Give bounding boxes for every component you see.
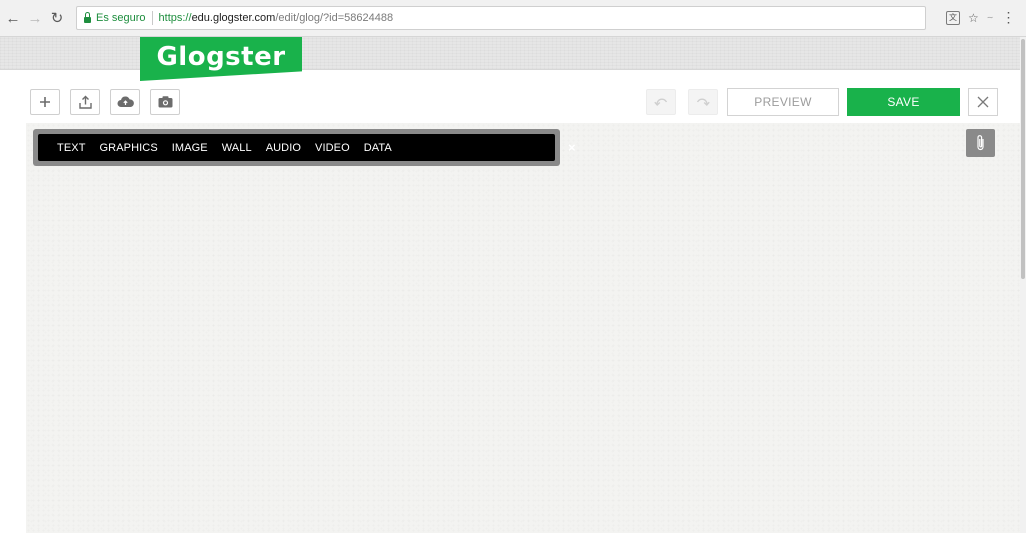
bookmark-star-icon[interactable]: ☆ [968,11,979,25]
extension-icon[interactable]: ∼ [987,13,994,22]
cloud-icon [117,96,134,107]
address-bar[interactable]: Es seguro https:// edu.glogster.com /edi… [76,6,926,30]
reload-icon[interactable]: ↻ [48,8,66,28]
undo-icon [654,98,668,107]
save-button[interactable]: SAVE [847,88,960,116]
browser-toolbar: ← → ↻ Es seguro https:// edu.glogster.co… [0,0,1026,37]
close-editor-button[interactable] [968,88,998,116]
menu-item-wall[interactable]: WALL [222,142,252,154]
attachment-button[interactable] [966,129,995,157]
plus-icon [40,97,50,107]
url-path: /edit/glog/?id=58624488 [275,12,394,24]
url-host: edu.glogster.com [191,12,276,24]
menu-item-video[interactable]: VIDEO [315,142,350,154]
menu-close-icon[interactable]: × [568,140,576,155]
upload-icon [78,95,92,109]
back-arrow-icon[interactable]: ← [4,8,22,28]
glogster-logo[interactable]: Glogster [140,37,302,81]
menu-item-image[interactable]: IMAGE [172,142,208,154]
preview-button[interactable]: PREVIEW [727,88,839,116]
app-root: ← → ↻ Es seguro https:// edu.glogster.co… [0,0,1026,533]
undo-button[interactable] [646,89,676,115]
paperclip-icon [976,135,984,151]
menu-item-data[interactable]: DATA [364,142,392,154]
glog-canvas[interactable] [26,123,1020,533]
menu-item-text[interactable]: TEXT [57,142,86,154]
lock-icon [84,12,91,23]
address-divider [151,11,153,25]
forward-arrow-icon[interactable]: → [26,8,44,28]
scrollbar-thumb[interactable] [1021,39,1025,279]
add-button[interactable] [30,89,60,115]
menu-item-audio[interactable]: AUDIO [266,142,301,154]
close-icon [977,96,989,108]
translate-icon[interactable]: 文 [946,10,960,25]
insert-menu: TEXT GRAPHICS IMAGE WALL AUDIO VIDEO DAT… [38,134,576,161]
url-scheme: https:// [158,12,192,24]
logo-text: Glogster [156,42,286,72]
camera-icon [158,96,172,108]
browser-menu-icon[interactable]: ⋮ [1001,9,1015,26]
camera-button[interactable] [150,89,180,115]
cloud-button[interactable] [110,89,140,115]
secure-label: Es seguro [96,12,146,24]
menu-item-graphics[interactable]: GRAPHICS [100,142,158,154]
redo-icon [696,98,710,107]
browser-actions: 文 ☆ ∼ ⋮ [946,9,1015,26]
redo-button[interactable] [688,89,718,115]
upload-button[interactable] [70,89,100,115]
